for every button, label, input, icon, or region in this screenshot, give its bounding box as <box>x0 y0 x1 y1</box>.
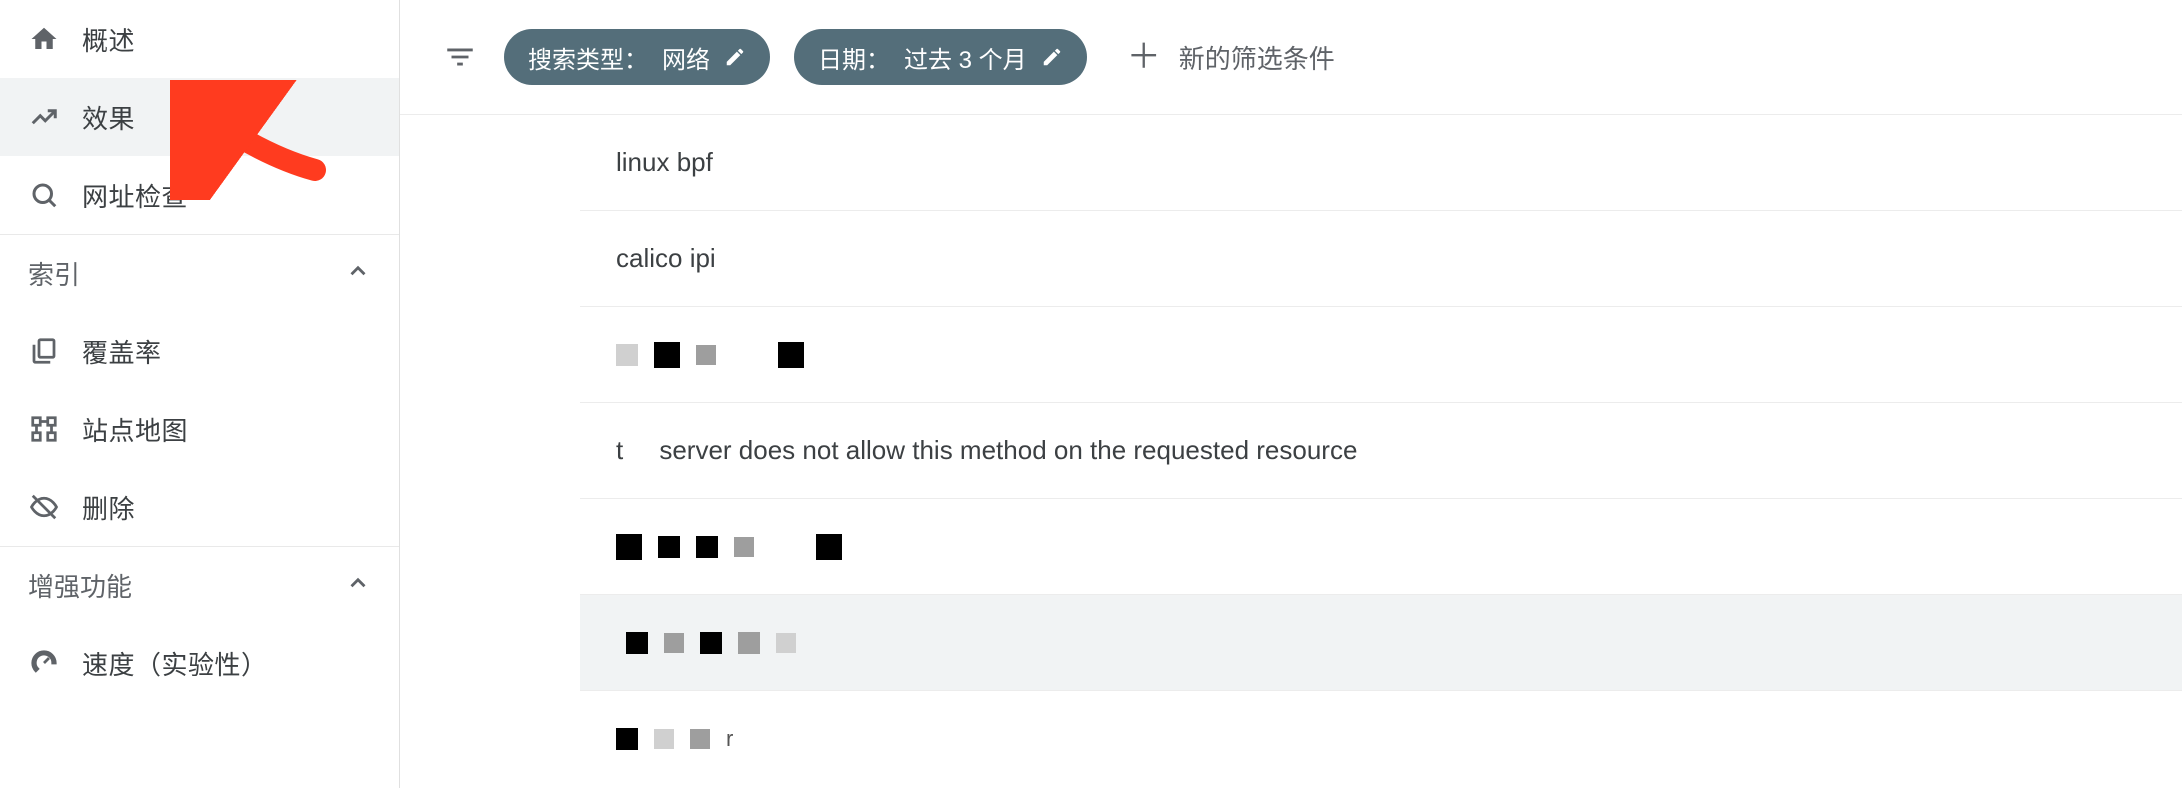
sidebar-item-performance[interactable]: 效果 <box>0 78 399 156</box>
table-row[interactable]: calico ipi <box>580 211 2182 307</box>
home-icon <box>28 23 60 55</box>
table-row[interactable]: linux bpf <box>580 115 2182 211</box>
query-list: linux bpf calico ipi t server does not a… <box>400 115 2182 788</box>
chevron-up-icon <box>345 570 371 601</box>
sidebar-item-label: 删除 <box>82 489 135 526</box>
chevron-up-icon <box>345 258 371 289</box>
chip-value: 网络 <box>662 40 710 75</box>
filter-icon[interactable] <box>440 37 480 77</box>
filter-bar: 搜索类型： 网络 日期： 过去 3 个月 ＋ 新的筛选条件 <box>400 0 2182 115</box>
row-text: calico ipi <box>616 243 716 274</box>
table-row[interactable] <box>580 595 2182 691</box>
redacted-content <box>616 632 796 654</box>
trend-icon <box>28 101 60 133</box>
table-row[interactable]: t server does not allow this method on t… <box>580 403 2182 499</box>
sidebar-item-url-inspect[interactable]: 网址检查 <box>0 156 399 234</box>
sidebar: 概述 效果 网址检查 索引 覆盖率 <box>0 0 400 788</box>
section-title: 增强功能 <box>28 567 132 604</box>
chip-search-type[interactable]: 搜索类型： 网络 <box>504 29 770 85</box>
redacted-content <box>616 342 804 368</box>
copies-icon <box>28 335 60 367</box>
add-filter-button[interactable]: ＋ 新的筛选条件 <box>1111 39 1335 76</box>
search-icon <box>28 179 60 211</box>
speed-icon <box>28 647 60 679</box>
section-title: 索引 <box>28 255 80 292</box>
redacted-content <box>616 534 842 560</box>
sidebar-item-removals[interactable]: 删除 <box>0 468 399 546</box>
sidebar-item-label: 网址检查 <box>82 177 188 214</box>
sidebar-item-coverage[interactable]: 覆盖率 <box>0 312 399 390</box>
chip-prefix: 搜索类型： <box>528 40 648 75</box>
plus-icon: ＋ <box>1127 40 1161 74</box>
chip-prefix: 日期： <box>818 40 890 75</box>
sidebar-item-label: 效果 <box>82 99 135 136</box>
sidebar-item-sitemap[interactable]: 站点地图 <box>0 390 399 468</box>
pencil-icon <box>724 46 746 68</box>
row-text: linux bpf <box>616 147 713 178</box>
sidebar-item-speed[interactable]: 速度（实验性） <box>0 624 399 702</box>
sidebar-item-label: 覆盖率 <box>82 333 162 370</box>
row-text: t server does not allow this method on t… <box>616 435 1357 466</box>
redacted-content: r <box>616 726 733 752</box>
sitemap-icon <box>28 413 60 445</box>
sidebar-item-label: 速度（实验性） <box>82 645 268 682</box>
chip-date[interactable]: 日期： 过去 3 个月 <box>794 29 1087 85</box>
sidebar-item-overview[interactable]: 概述 <box>0 0 399 78</box>
table-row[interactable] <box>580 499 2182 595</box>
table-row[interactable]: r <box>580 691 2182 787</box>
sidebar-item-label: 概述 <box>82 21 135 58</box>
section-header-index[interactable]: 索引 <box>0 234 399 312</box>
main-content: 搜索类型： 网络 日期： 过去 3 个月 ＋ 新的筛选条件 linux bpf ca… <box>400 0 2182 788</box>
pencil-icon <box>1041 46 1063 68</box>
chip-value: 过去 3 个月 <box>904 40 1027 75</box>
sidebar-item-label: 站点地图 <box>82 411 188 448</box>
add-filter-label: 新的筛选条件 <box>1179 39 1335 76</box>
section-header-enhance[interactable]: 增强功能 <box>0 546 399 624</box>
table-row[interactable] <box>580 307 2182 403</box>
hide-icon <box>28 491 60 523</box>
